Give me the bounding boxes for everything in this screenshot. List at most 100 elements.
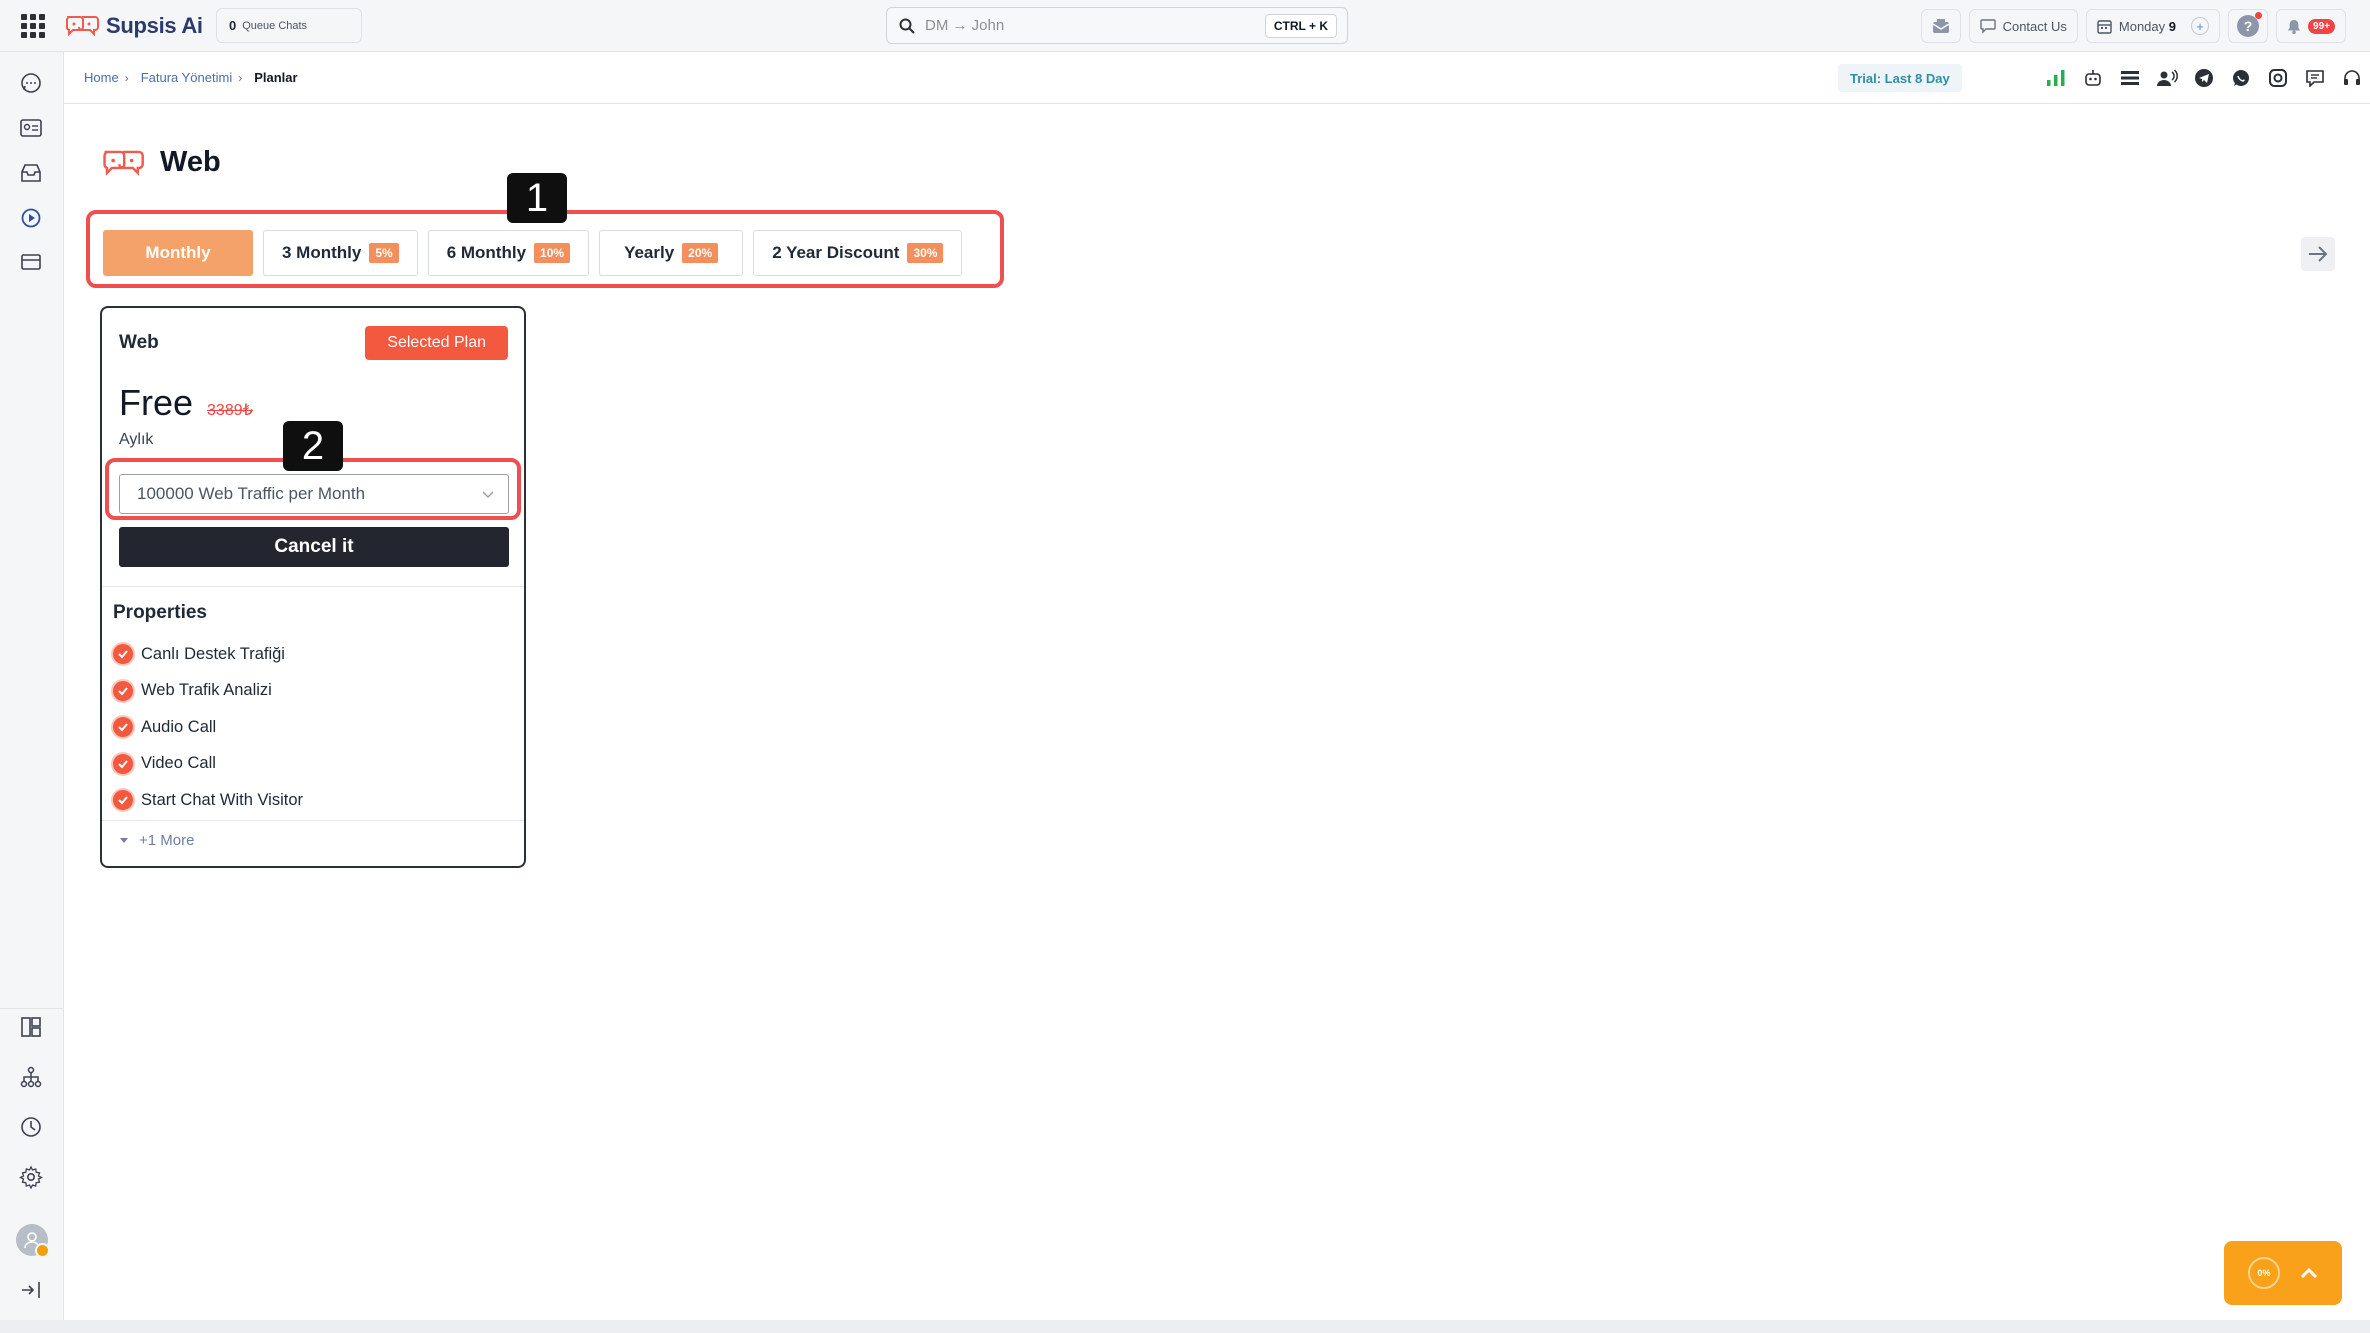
clock-icon: [21, 1117, 41, 1137]
tab-6-monthly[interactable]: 6 Monthly 10%: [427, 230, 590, 276]
list-item: Start Chat With Visitor: [113, 782, 303, 819]
list-item: Canlı Destek Trafiği: [113, 636, 303, 673]
sidebar-item-hierarchy[interactable]: [17, 1063, 45, 1091]
check-icon: [113, 680, 133, 701]
notifications-badge: 99+: [2308, 18, 2335, 34]
cancel-plan-button[interactable]: Cancel it: [119, 527, 509, 567]
sidebar-item-billing[interactable]: [17, 248, 45, 276]
tab-label: Monthly: [145, 243, 211, 262]
property-label: Web Trafik Analizi: [141, 681, 272, 700]
check-icon: [113, 717, 133, 738]
trial-badge[interactable]: Trial: Last 8 Day: [1838, 64, 1962, 92]
check-icon: [113, 753, 133, 774]
caret-down-icon: [120, 837, 128, 843]
show-more-label: +1 More: [139, 832, 195, 849]
sidebar-item-inbox[interactable]: [17, 159, 45, 187]
sidebar-item-layout[interactable]: [17, 1013, 45, 1041]
billing-period-label: Aylık: [119, 431, 154, 448]
show-more-button[interactable]: +1 More: [119, 832, 194, 849]
queue-label: Queue Chats: [242, 19, 308, 32]
mail-button[interactable]: [1920, 9, 1961, 43]
billing-period-tabs: Monthly 3 Monthly 5% 6 Monthly 10% Yearl…: [103, 230, 963, 276]
sub-header: Home › Fatura Yönetimi › Planlar Trial: …: [64, 52, 2370, 104]
breadcrumb-current: Planlar: [254, 70, 298, 85]
properties-list: Canlı Destek Trafiği Web Trafik Analizi …: [113, 636, 303, 819]
whatsapp-icon[interactable]: [2229, 66, 2253, 90]
arrow-right-icon: [2309, 246, 2328, 262]
gear-icon: [19, 1165, 43, 1189]
discount-badge: 20%: [682, 243, 719, 263]
notifications-button[interactable]: 99+: [2276, 9, 2346, 43]
sidebar-item-settings[interactable]: [17, 1163, 45, 1191]
signal-bars-icon[interactable]: [2044, 66, 2068, 90]
breadcrumb-home[interactable]: Home: [84, 70, 119, 85]
list-item: Audio Call: [113, 709, 303, 746]
property-label: Video Call: [141, 754, 216, 773]
discount-badge: 30%: [907, 243, 944, 263]
sidebar-item-contacts[interactable]: [17, 114, 45, 142]
calendar-day-label: Monday 9: [2118, 18, 2176, 34]
next-arrow-button[interactable]: [2301, 237, 2335, 271]
property-label: Start Chat With Visitor: [141, 790, 303, 809]
chevron-up-icon: [2300, 1267, 2318, 1279]
play-circle-icon: [21, 208, 41, 228]
sms-icon[interactable]: [2303, 66, 2327, 90]
headset-icon[interactable]: [2340, 66, 2364, 90]
contact-us-button[interactable]: Contact Us: [1968, 9, 2078, 43]
progress-widget[interactable]: 0%: [2224, 1241, 2342, 1305]
chat-bubble-icon: [21, 73, 41, 93]
progress-percent: 0%: [2248, 1257, 2280, 1289]
billing-icon: [21, 254, 41, 270]
sidebar-item-logout[interactable]: [17, 1276, 45, 1304]
page-title-text: Web: [160, 146, 221, 178]
user-avatar[interactable]: [16, 1224, 50, 1258]
sidebar-item-history[interactable]: [17, 1113, 45, 1141]
old-price: 3389₺: [207, 402, 253, 419]
plan-price: Free 3389₺: [119, 382, 253, 424]
annotation-label-1: 1: [507, 173, 567, 223]
bottom-strip: [0, 1320, 2370, 1333]
check-icon: [113, 790, 133, 811]
instagram-icon[interactable]: [2266, 66, 2290, 90]
tab-yearly[interactable]: Yearly 20%: [599, 230, 744, 276]
tab-3-monthly[interactable]: 3 Monthly 5%: [263, 230, 418, 276]
card-divider: [102, 586, 524, 587]
telegram-icon[interactable]: [2192, 66, 2216, 90]
sidebar-item-play[interactable]: [17, 204, 45, 232]
property-label: Audio Call: [141, 717, 217, 736]
tab-label: 6 Monthly: [446, 243, 527, 262]
properties-title: Properties: [113, 602, 207, 623]
breadcrumb-separator: ›: [238, 70, 243, 85]
users-audio-icon[interactable]: [2155, 66, 2179, 90]
tab-2-year-discount[interactable]: 2 Year Discount 30%: [753, 230, 963, 276]
calendar-button[interactable]: Monday 9 +: [2085, 9, 2220, 43]
list-icon[interactable]: [2118, 66, 2142, 90]
plan-name: Web: [119, 332, 159, 353]
chat-bubbles-logo-icon: [103, 150, 144, 176]
price-value: Free: [119, 382, 194, 423]
mail-icon: [1932, 19, 1949, 33]
property-label: Canlı Destek Trafiği: [141, 644, 285, 663]
list-item: Web Trafik Analizi: [113, 673, 303, 710]
queue-chats-button[interactable]: 0 Queue Chats: [216, 8, 362, 43]
brand-name: Supsis Ai: [106, 13, 203, 38]
selected-plan-button[interactable]: Selected Plan: [365, 326, 508, 360]
brand-logo[interactable]: Supsis Ai: [64, 10, 203, 42]
sidebar-item-chats[interactable]: [17, 69, 45, 97]
search-input[interactable]: [925, 17, 1265, 34]
search-bar[interactable]: CTRL + K: [886, 7, 1348, 44]
breadcrumb-billing[interactable]: Fatura Yönetimi: [141, 70, 233, 85]
inbox-icon: [21, 164, 41, 182]
tab-label: Yearly: [624, 243, 675, 262]
help-button[interactable]: ?: [2228, 9, 2268, 43]
tab-label: 3 Monthly: [282, 243, 362, 262]
add-event-icon[interactable]: +: [2191, 17, 2209, 35]
left-sidebar: [0, 52, 64, 1320]
apps-grid-icon[interactable]: [21, 14, 45, 38]
tab-monthly[interactable]: Monthly: [103, 230, 253, 276]
bot-icon[interactable]: [2081, 66, 2105, 90]
contact-us-label: Contact Us: [2002, 18, 2067, 34]
channel-icons: [2044, 66, 2370, 90]
calendar-icon: [2097, 19, 2112, 34]
breadcrumb-separator: ›: [124, 70, 129, 85]
